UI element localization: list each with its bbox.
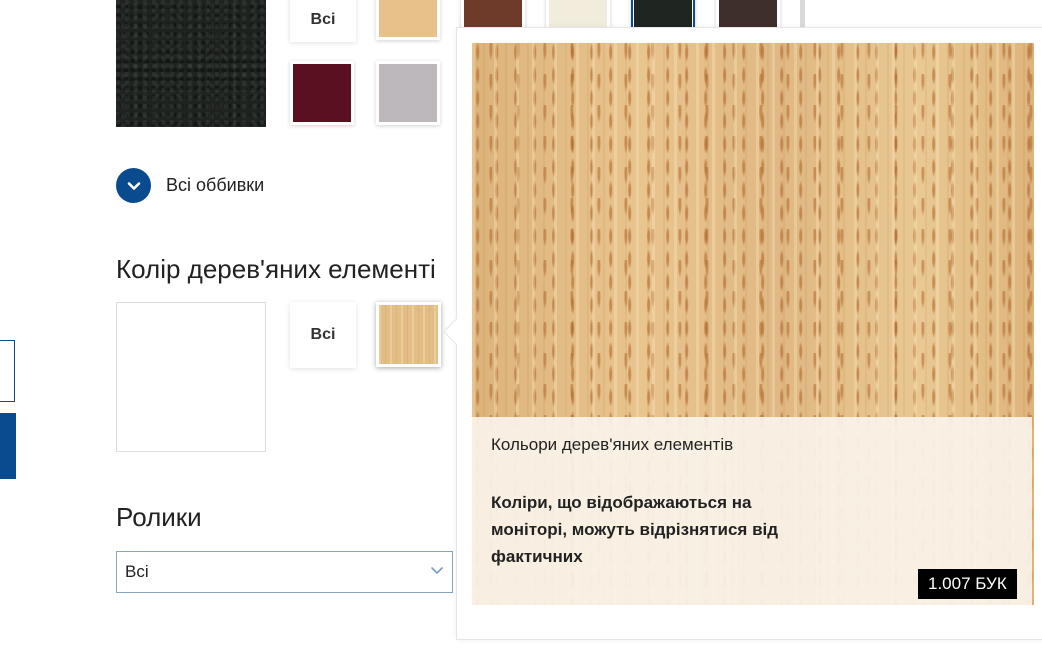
upholstery-swatch[interactable] (376, 0, 440, 40)
rollers-title: Ролики (116, 502, 202, 532)
wood-all-label: Всі (310, 326, 336, 343)
chevron-down-icon (430, 562, 444, 582)
upholstery-swatch-fill (379, 64, 437, 122)
upholstery-swatch-fill (379, 0, 437, 37)
rollers-select[interactable]: Всі (116, 551, 453, 593)
upholstery-all-label: Всі (310, 11, 336, 28)
wood-swatch-beech[interactable] (376, 302, 441, 367)
upholstery-all-button[interactable]: Всі (290, 0, 356, 42)
upholstery-swatch[interactable] (376, 61, 440, 125)
color-code-badge: 1.007 БУК (918, 569, 1017, 599)
upholstery-preview-image (116, 0, 266, 127)
upholstery-swatch-fill (293, 64, 351, 122)
wood-color-title: Колір дерев'яних елементі (116, 254, 436, 284)
all-upholsteries-toggle[interactable]: Всі оббивки (116, 168, 264, 203)
chevron-down-icon (116, 168, 151, 203)
rollers-select-value: Всі (125, 562, 149, 581)
side-panel-edge-outline[interactable] (0, 340, 15, 402)
popover-disclaimer: Коліри, що відображаються на моніторі, м… (491, 493, 779, 566)
upholstery-swatch[interactable] (290, 61, 354, 125)
popover-category: Кольори дерев'яних елементів (491, 435, 734, 454)
wood-all-button[interactable]: Всі (290, 302, 356, 368)
side-panel-edge-button[interactable] (0, 413, 16, 479)
all-upholsteries-label: Всі оббивки (166, 175, 265, 195)
swatch-row-divider (800, 0, 805, 30)
wood-preview-image (116, 302, 266, 452)
